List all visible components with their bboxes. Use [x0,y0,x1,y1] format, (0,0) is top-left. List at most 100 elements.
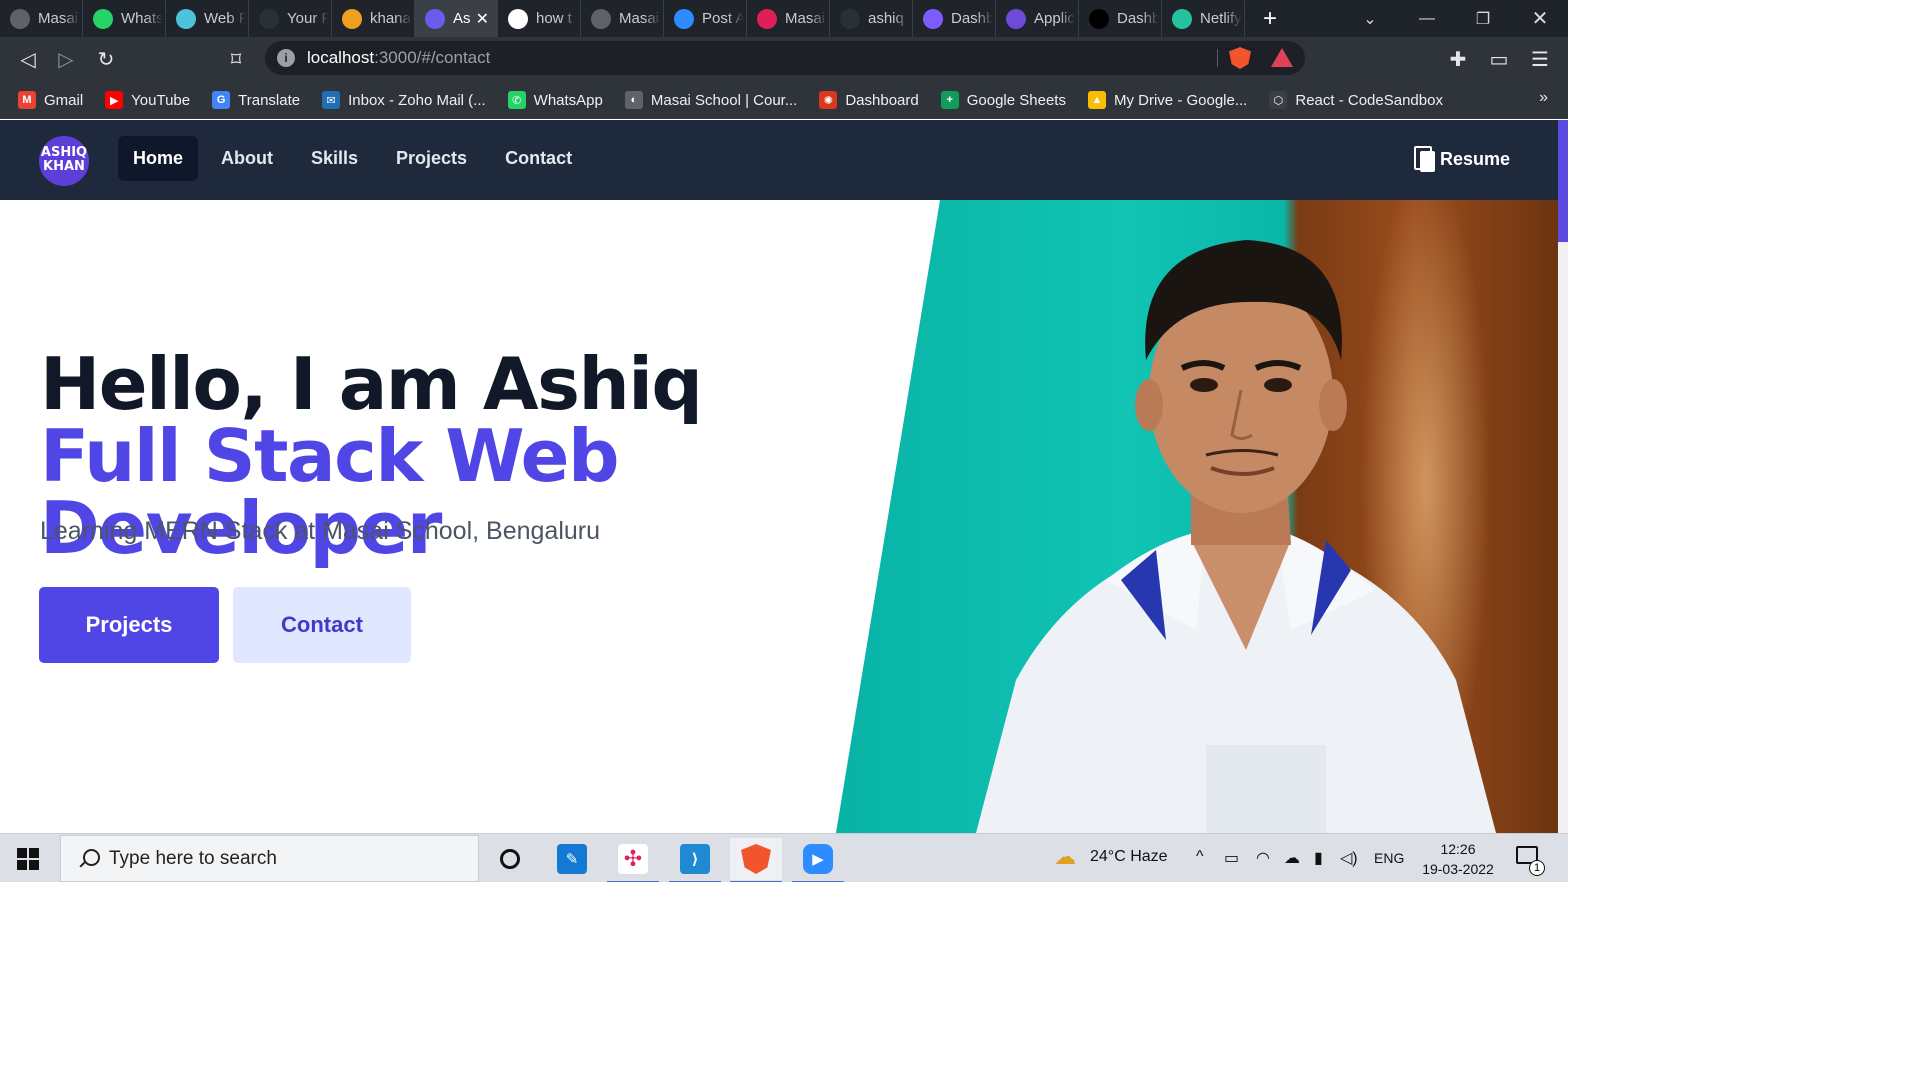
bookmark-item[interactable]: ◐ Masai School | Cour... [624,91,797,109]
more-bookmarks-icon[interactable]: » [1539,89,1548,107]
resume-button[interactable]: Resume [1413,146,1510,172]
restore-icon[interactable]: ❐ [1455,0,1511,37]
microphone-icon[interactable]: ▮ [1314,848,1323,868]
web-icon [176,8,196,29]
site-info-icon[interactable]: i [277,49,295,67]
back-icon[interactable]: ◁ [16,47,40,71]
browser-tab[interactable]: Post A [664,0,747,37]
page-scrollbar[interactable] [1558,120,1568,833]
browser-toolbar: ◁ ▷ ↻ ⌑ i localhost:3000/#/contact ✚ ▭ ☰ [0,37,1568,81]
nav-projects[interactable]: Projects [381,136,482,181]
browser-tab[interactable]: Netlify [1162,0,1245,37]
bookmark-label: Google Sheets [966,91,1066,109]
app-icon [425,8,445,29]
browser-tab[interactable]: Masai [747,0,830,37]
nav-contact[interactable]: Contact [490,136,587,181]
bookmark-item[interactable]: ✺ Dashboard [819,91,919,109]
scrollbar-thumb[interactable] [1558,120,1568,242]
browser-tab[interactable]: ashiq [830,0,913,37]
url-host: localhost [307,48,375,67]
snip-tool-icon[interactable]: ✎ [546,838,598,880]
tab-label: Masai [38,10,79,27]
battery-icon[interactable]: ▭ [1224,848,1239,868]
taskbar-search[interactable]: Type here to search [60,835,479,882]
github-icon [840,8,860,29]
bookmark-item[interactable]: ✉ Inbox - Zoho Mail (... [322,91,486,109]
wallet-icon[interactable]: ▭ [1487,47,1511,71]
slack-icon[interactable]: ✣ [607,838,659,882]
logo-line-2: KHAN [43,159,85,174]
check-icon [923,8,943,29]
cortana-icon[interactable] [484,838,536,880]
extensions-icon[interactable]: ✚ [1446,47,1470,71]
browser-tab[interactable]: Dashb [1079,0,1162,37]
clock[interactable]: 12:26 19-03-2022 [1418,839,1498,879]
gmail-icon: M [18,91,36,109]
bookmark-item[interactable]: G Translate [212,91,300,109]
tab-label: how t [536,10,572,27]
projects-button[interactable]: Projects [39,587,219,663]
site-logo[interactable]: ASHIQ KHAN [39,136,89,186]
bookmark-label: My Drive - Google... [1113,91,1248,109]
new-tab-icon[interactable]: + [1255,4,1285,34]
bookmark-item[interactable]: + Google Sheets [940,91,1066,109]
codeforces-icon [342,8,362,29]
windows-start-icon[interactable] [17,848,39,870]
google-icon [508,8,528,29]
nav-links: Home About Skills Projects Contact [118,136,587,181]
browser-tab[interactable]: As ✕ [415,0,498,37]
site-navbar: ASHIQ KHAN Home About Skills Projects Co… [0,120,1558,200]
nav-about[interactable]: About [206,136,288,181]
language-indicator[interactable]: ENG [1374,850,1404,866]
browser-tab[interactable]: how t [498,0,581,37]
bookmark-item[interactable]: ▶ YouTube [105,91,190,109]
tab-label: Web F [204,10,246,27]
tab-strip: Masai WhatsApp Web F Your F khanaAs✕ how t Mas… [0,0,1568,37]
zoom-icon[interactable]: ▶ [792,838,844,882]
bookmark-item[interactable]: ▲ My Drive - Google... [1087,91,1248,109]
bookmark-item[interactable]: M Gmail [18,91,83,109]
bookmark-icon[interactable]: ⌑ [224,47,248,71]
contact-button[interactable]: Contact [233,587,411,663]
brave-shields-icon[interactable] [1229,47,1251,69]
youtube-icon: ▶ [105,91,124,109]
weather-icon[interactable]: ☁ [1054,844,1076,870]
browser-tab[interactable]: Your F [249,0,332,37]
bookmark-item[interactable]: ⬡ React - CodeSandbox [1269,91,1443,109]
browser-tab[interactable]: WhatsApp [83,0,166,37]
menu-icon[interactable]: ☰ [1528,47,1552,71]
browser-tab[interactable]: Dashb [913,0,996,37]
wifi-icon[interactable]: ◠ [1256,848,1270,868]
hero-subline: Learning MERN Stack at Masai School, Ben… [40,517,601,545]
brave-rewards-icon[interactable] [1271,48,1293,67]
browser-tab[interactable]: Masai [0,0,83,37]
close-window-icon[interactable]: ✕ [1512,0,1568,37]
forward-icon[interactable]: ▷ [54,47,78,71]
bookmarks-bar: M Gmail ▶ YouTube G Translate ✉ Inbox - Zoho Ma… [0,81,1568,119]
tab-search-icon[interactable]: ⌄ [1342,0,1398,37]
address-bar[interactable]: i localhost:3000/#/contact [265,41,1305,75]
weather-text[interactable]: 24°C Haze [1090,848,1168,866]
cloud-icon[interactable]: ☁ [1284,848,1300,868]
nav-home[interactable]: Home [118,136,199,181]
brave-browser-icon[interactable] [730,838,782,882]
vscode-icon[interactable]: ⟩ [669,838,721,882]
dashboard-icon: ✺ [819,91,838,109]
bookmark-label: Gmail [44,91,84,109]
volume-icon[interactable]: ◁) [1340,848,1358,868]
bookmark-label: YouTube [131,91,191,109]
reload-icon[interactable]: ↻ [94,47,118,71]
url-text[interactable]: localhost:3000/#/contact [307,48,490,68]
tab-label: Post A [702,10,744,27]
browser-tab[interactable]: Applic [996,0,1079,37]
tab-label: Dashb [951,10,993,27]
browser-tab[interactable]: khana [332,0,415,37]
bookmark-item[interactable]: ✆ WhatsApp [507,91,603,109]
zoho-mail-icon: ✉ [322,91,341,109]
close-tab-icon[interactable]: ✕ [476,9,489,29]
nav-skills[interactable]: Skills [296,136,373,181]
browser-tab[interactable]: Masai [581,0,664,37]
tray-expand-icon[interactable]: ^ [1196,848,1204,866]
minimize-icon[interactable]: — [1399,0,1455,37]
browser-tab[interactable]: Web F [166,0,249,37]
